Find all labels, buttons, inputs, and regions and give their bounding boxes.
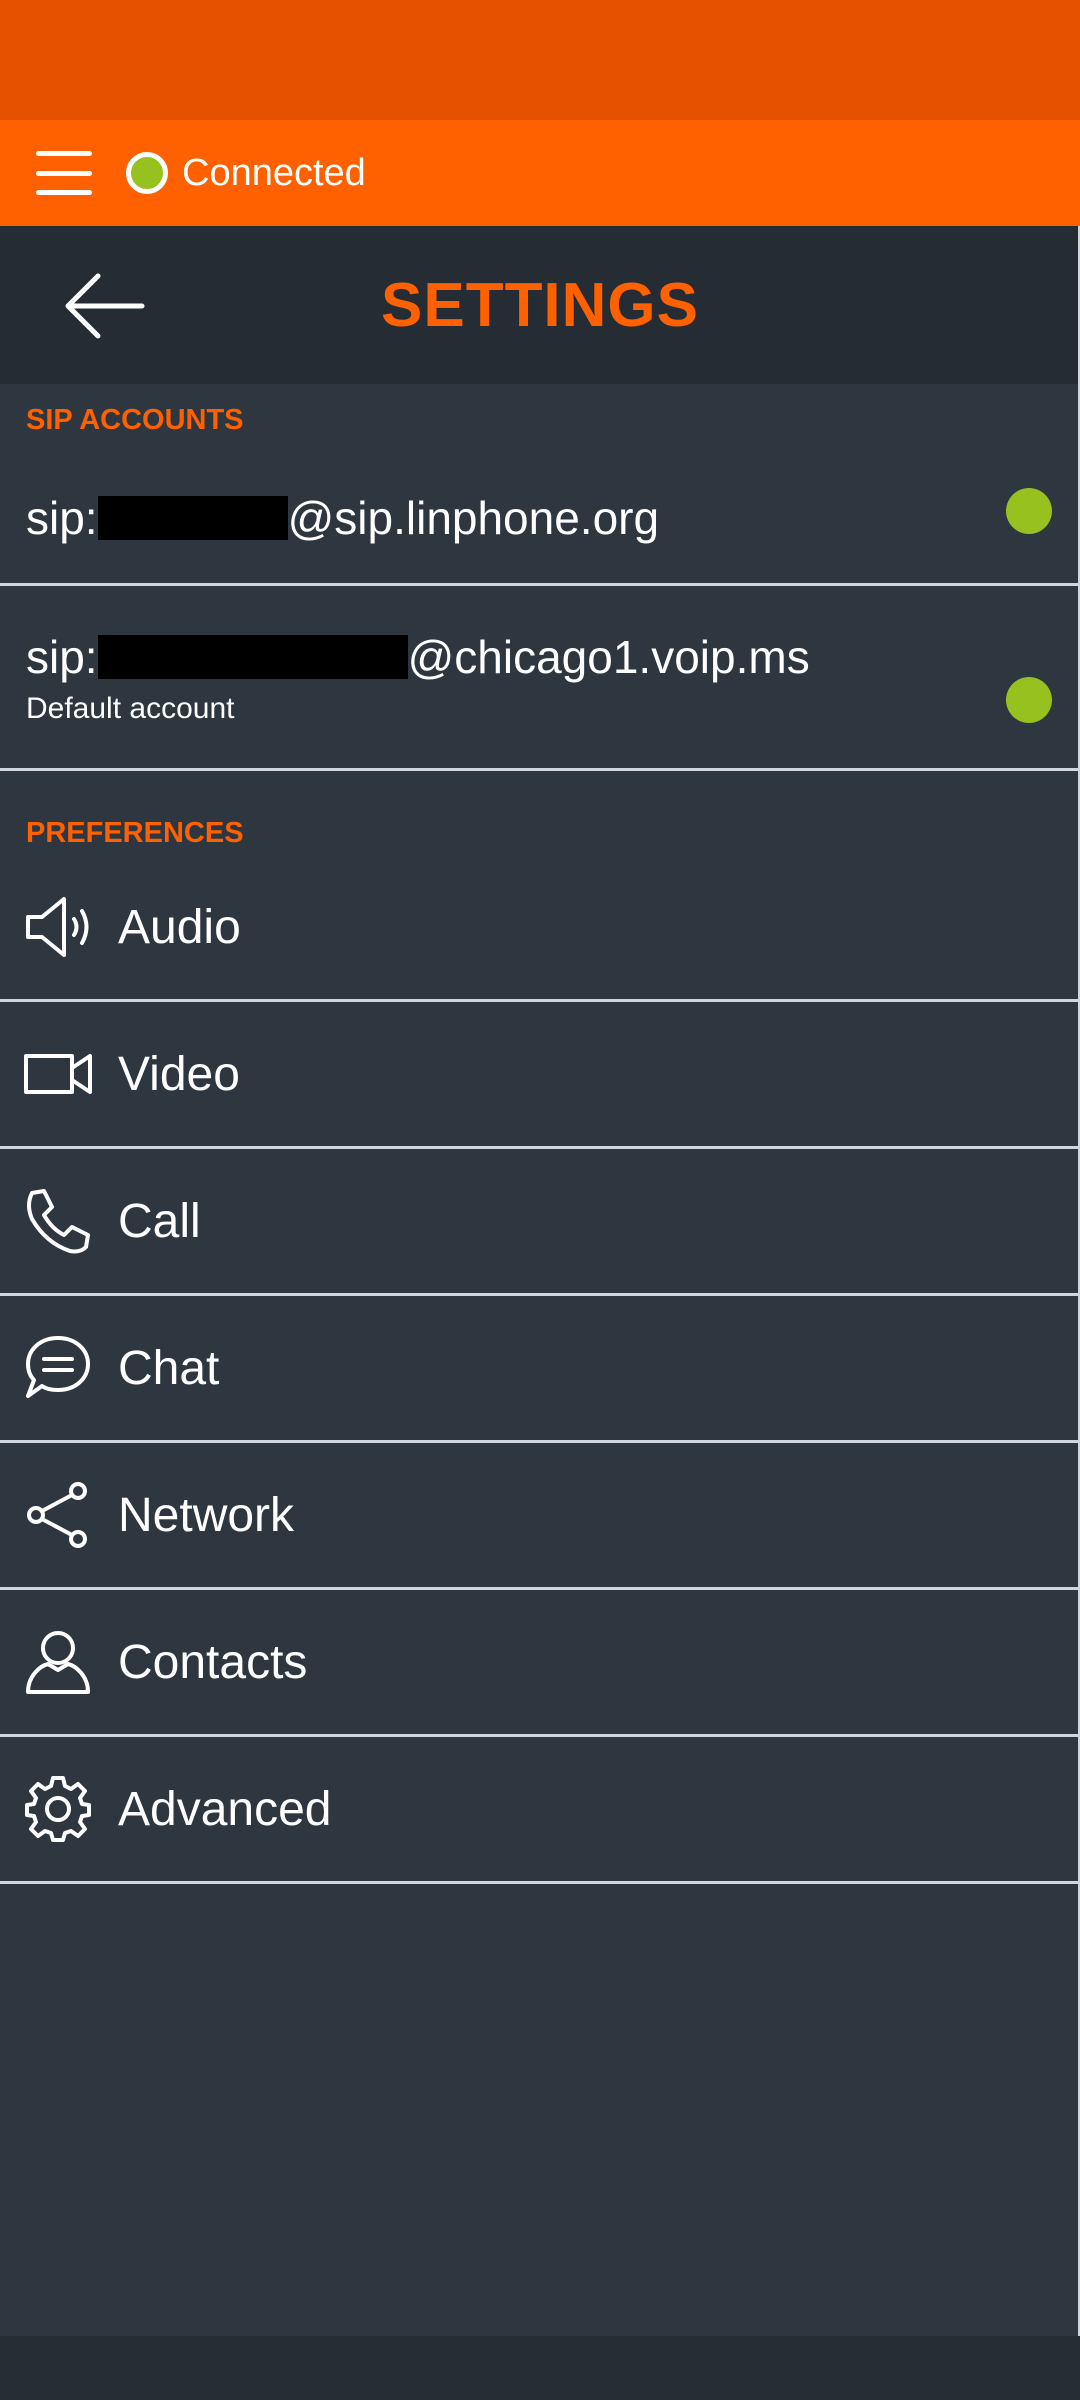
system-status-bar <box>0 0 1080 120</box>
settings-item-label: Video <box>118 1047 240 1101</box>
redacted-username <box>97 635 408 679</box>
system-navigation-bar <box>0 2336 1080 2400</box>
settings-header: SETTINGS <box>0 226 1080 384</box>
settings-item-network[interactable]: Network <box>0 1443 1078 1590</box>
sip-account-address: sip: @chicago1.voip.ms <box>26 627 810 687</box>
connection-status-indicator <box>126 152 168 194</box>
back-arrow-icon[interactable] <box>60 264 150 348</box>
settings-item-video[interactable]: Video <box>0 1002 1078 1149</box>
gear-icon <box>24 1775 92 1843</box>
share-network-icon <box>24 1481 92 1549</box>
hamburger-menu-icon[interactable] <box>36 145 92 201</box>
app-top-bar: Connected <box>0 120 1080 226</box>
settings-item-contacts[interactable]: Contacts <box>0 1590 1078 1737</box>
account-status-indicator <box>1006 488 1052 534</box>
person-icon <box>24 1628 92 1696</box>
settings-item-label: Network <box>118 1488 295 1542</box>
settings-item-label: Audio <box>118 900 241 954</box>
page-title: SETTINGS <box>380 270 700 340</box>
sip-prefix: sip: <box>26 492 98 544</box>
phone-icon <box>24 1187 92 1255</box>
settings-item-label: Chat <box>118 1341 220 1395</box>
settings-item-advanced[interactable]: Advanced <box>0 1737 1078 1884</box>
sip-accounts-section-title: SIP ACCOUNTS <box>26 404 244 436</box>
settings-item-label: Call <box>118 1194 201 1248</box>
settings-item-label: Contacts <box>118 1635 308 1689</box>
sip-domain: @sip.linphone.org <box>287 492 660 544</box>
sip-domain: @chicago1.voip.ms <box>407 631 810 683</box>
account-status-indicator <box>1006 677 1052 723</box>
settings-item-audio[interactable]: Audio <box>0 855 1078 1002</box>
preferences-section-title: PREFERENCES <box>26 817 244 849</box>
video-camera-icon <box>24 1040 92 1108</box>
sip-account-row[interactable]: sip: @chicago1.voip.ms Default account <box>0 583 1078 771</box>
sip-account-row[interactable]: sip: @sip.linphone.org <box>0 452 1078 586</box>
default-account-label: Default account <box>26 692 235 725</box>
sip-account-address: sip: @sip.linphone.org <box>26 488 659 548</box>
settings-item-label: Advanced <box>118 1782 332 1836</box>
chat-bubble-icon <box>24 1334 92 1402</box>
settings-item-call[interactable]: Call <box>0 1149 1078 1296</box>
redacted-username <box>97 496 288 540</box>
speaker-icon <box>24 893 92 961</box>
connection-status-text: Connected <box>182 151 366 194</box>
settings-item-chat[interactable]: Chat <box>0 1296 1078 1443</box>
sip-prefix: sip: <box>26 631 98 683</box>
